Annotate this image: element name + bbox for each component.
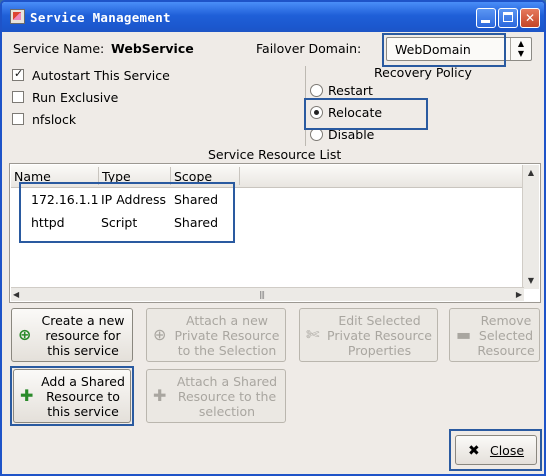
highlight-box-add-shared [10,366,134,426]
minimize-icon [481,20,490,23]
run-exclusive-label: Run Exclusive [32,90,119,105]
service-management-window: Service Management ✕ Service Name: WebSe… [0,0,546,476]
restart-radio[interactable] [310,84,323,97]
scroll-right-icon[interactable]: ▶ [516,288,522,301]
column-separator[interactable] [239,167,240,185]
scroll-up-icon[interactable]: ▲ [523,165,539,181]
create-new-resource-button[interactable]: ⊕ Create a new resource for this service [11,308,133,362]
edit-selected-private-label: Edit Selected Private Resource Propertie… [327,313,432,358]
highlight-box-relocate [304,98,428,130]
restart-label: Restart [328,83,373,98]
highlight-box-failover [382,33,506,67]
autostart-label: Autostart This Service [32,68,170,83]
resource-list-title: Service Resource List [208,147,342,162]
run-exclusive-checkbox[interactable] [12,91,24,103]
window-close-button[interactable]: ✕ [520,8,540,28]
maximize-button[interactable] [498,8,518,28]
scroll-left-icon[interactable]: ◀ [13,288,19,301]
attach-new-private-label: Attach a new Private Resource to the Sel… [174,313,280,358]
maximize-icon [503,12,513,22]
horizontal-scrollbar[interactable]: ◀ ||| ▶ [11,287,524,301]
edit-tools-icon: ✄ [306,325,320,344]
nfslock-checkbox[interactable] [12,113,24,125]
attach-shared-label: Attach a Shared Resource to the selectio… [176,374,278,419]
spin-arrows-icon: ▲ ▼ [510,38,531,60]
highlight-box-close [449,429,542,471]
nfslock-label: nfslock [32,112,77,127]
highlight-box-resources [19,182,235,243]
attach-new-private-resource-button: ⊕ Attach a new Private Resource to the S… [146,308,286,362]
edit-selected-private-button: ✄ Edit Selected Private Resource Propert… [299,308,438,362]
scroll-down-icon[interactable]: ▼ [523,273,539,289]
attach-shared-resource-button: ✚ Attach a Shared Resource to the select… [146,369,286,423]
recovery-policy-title: Recovery Policy [374,65,472,80]
create-new-resource-label: Create a new resource for this service [41,313,125,358]
close-icon: ✕ [524,11,536,25]
attach-resource-icon: ⊕ [153,325,167,344]
minimize-button[interactable] [476,8,496,28]
service-name-value: WebService [111,41,194,56]
scroll-grip-icon[interactable]: ||| [259,290,265,299]
remove-icon: ▬ [456,325,472,344]
remove-selected-resource-button: ▬ Remove Selected Resource [449,308,540,362]
vertical-scrollbar[interactable]: ▲ ▼ [522,165,539,289]
title-bar[interactable]: Service Management ✕ [2,2,544,32]
failover-domain-label: Failover Domain: [256,41,362,56]
plus-icon: ✚ [153,386,167,405]
autostart-checkbox[interactable] [12,67,24,81]
cluster-app-icon [10,9,25,24]
window-title: Service Management [30,10,171,25]
service-name-label: Service Name: [13,41,105,56]
add-resource-icon: ⊕ [18,325,32,344]
remove-selected-label: Remove Selected Resource [477,313,535,358]
